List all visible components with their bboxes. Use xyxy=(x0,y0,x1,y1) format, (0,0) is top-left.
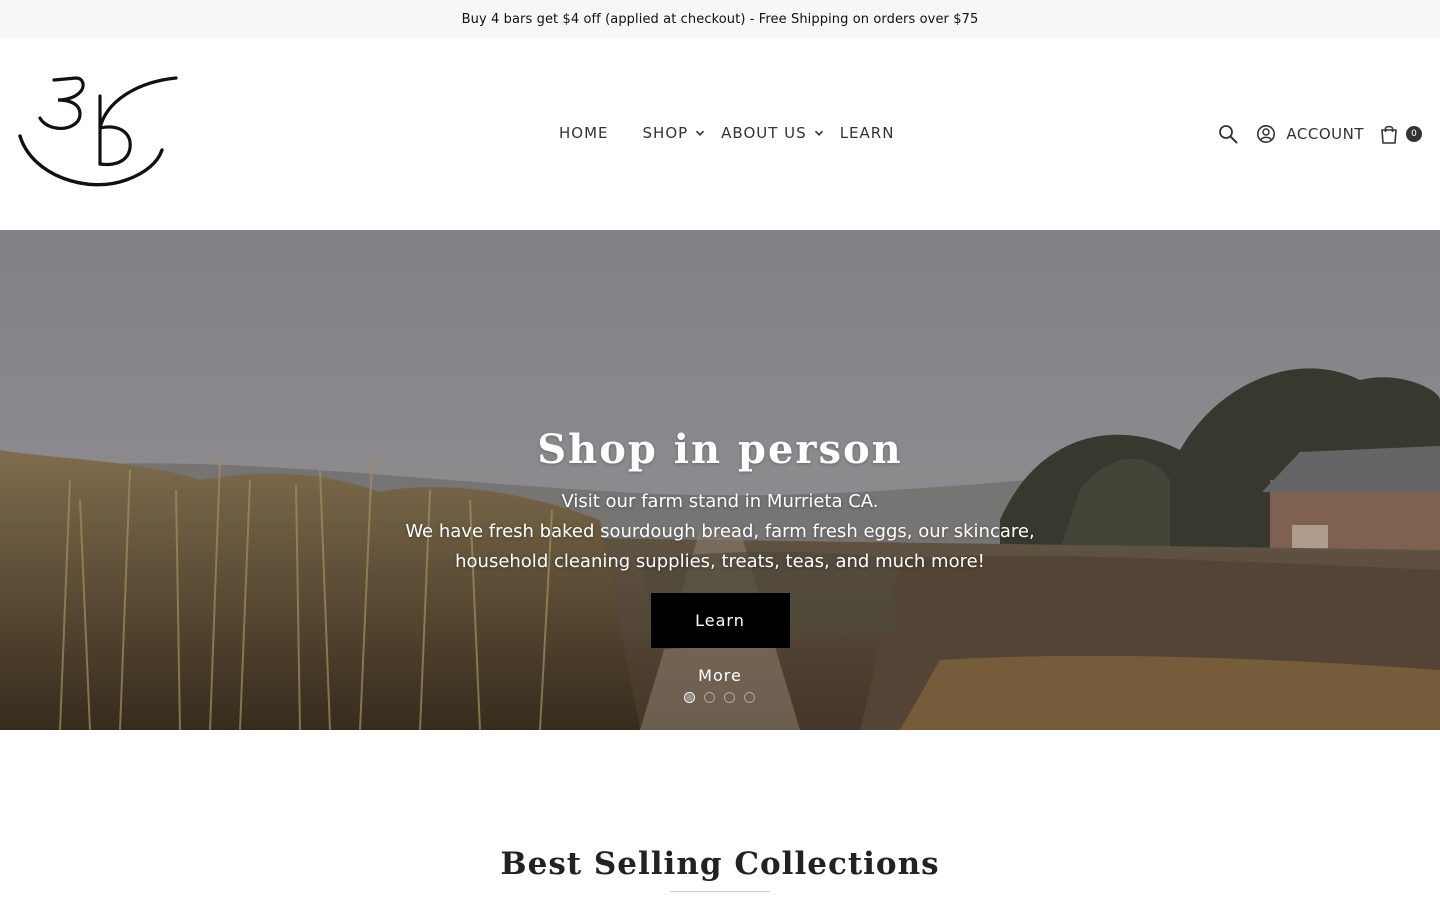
hero-line: household cleaning supplies, treats, tea… xyxy=(455,551,985,572)
hero-line: Visit our farm stand in Murrieta CA. xyxy=(561,491,879,512)
slide-dot-4[interactable] xyxy=(744,692,755,703)
account-link[interactable]: ACCOUNT xyxy=(1256,124,1364,144)
cart-icon xyxy=(1380,124,1398,144)
nav-item-shop[interactable]: SHOP xyxy=(643,124,706,142)
nav-label: LEARN xyxy=(839,124,895,142)
slideshow-pagination xyxy=(684,692,764,703)
nav-item-about-us[interactable]: ABOUT US xyxy=(721,124,824,142)
section-title: Best Selling Collections xyxy=(500,846,940,882)
cart-button[interactable]: 0 xyxy=(1380,124,1422,144)
nav-item-learn[interactable]: LEARN xyxy=(840,124,895,142)
main-nav: HOME SHOP ABOUT US LEARN xyxy=(543,120,894,146)
slide-dot-3[interactable] xyxy=(724,692,735,703)
nav-label: HOME xyxy=(559,124,609,142)
header-actions: ACCOUNT 0 xyxy=(1218,122,1422,146)
hero-content: Shop in person Visit our farm stand in M… xyxy=(0,426,1440,685)
announcement-bar: Buy 4 bars get $4 off (applied at checko… xyxy=(0,0,1440,38)
nav-label: SHOP xyxy=(642,124,689,142)
account-label: ACCOUNT xyxy=(1286,125,1364,143)
logo[interactable] xyxy=(14,72,182,192)
hero-slideshow: Shop in person Visit our farm stand in M… xyxy=(0,230,1440,730)
hero-description: Visit our farm stand in Murrieta CA. We … xyxy=(0,487,1440,577)
cart-count-badge: 0 xyxy=(1406,126,1422,142)
site-header: HOME SHOP ABOUT US LEARN ACCOUNT 0 xyxy=(0,38,1440,230)
search-icon[interactable] xyxy=(1218,124,1238,144)
nav-item-home[interactable]: HOME xyxy=(559,124,609,142)
learn-more-button[interactable]: Learn More xyxy=(650,593,790,685)
section-title-underline xyxy=(670,891,770,892)
nav-label: ABOUT US xyxy=(721,124,807,142)
announcement-text: Buy 4 bars get $4 off (applied at checko… xyxy=(461,11,979,27)
logo-mark xyxy=(18,76,178,187)
slide-dot-2[interactable] xyxy=(704,692,715,703)
chevron-down-icon xyxy=(814,128,824,138)
chevron-down-icon xyxy=(695,128,705,138)
account-icon xyxy=(1256,124,1276,144)
hero-title: Shop in person xyxy=(537,426,903,473)
slide-dot-1[interactable] xyxy=(684,692,695,703)
hero-line: We have fresh baked sourdough bread, far… xyxy=(405,521,1035,542)
